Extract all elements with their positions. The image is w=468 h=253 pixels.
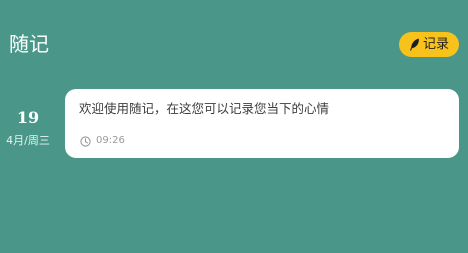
note-text: 欢迎使用随记，在这您可以记录您当下的心情 [79, 101, 330, 116]
entry-date: 19 4月/周三 [0, 108, 56, 148]
page-title: 随记 [9, 32, 49, 56]
entry-day: 19 [16, 108, 40, 127]
record-button-label: 记录 [422, 37, 449, 52]
note-timestamp: 09:26 [80, 135, 125, 147]
clock-icon [80, 135, 91, 147]
feather-icon [409, 38, 420, 51]
entry-month-weekday: 4月/周三 [6, 134, 50, 147]
record-button[interactable]: 记录 [399, 32, 459, 57]
note-card[interactable]: 欢迎使用随记，在这您可以记录您当下的心情 09:26 [65, 89, 459, 158]
note-time-text: 09:26 [96, 135, 125, 146]
